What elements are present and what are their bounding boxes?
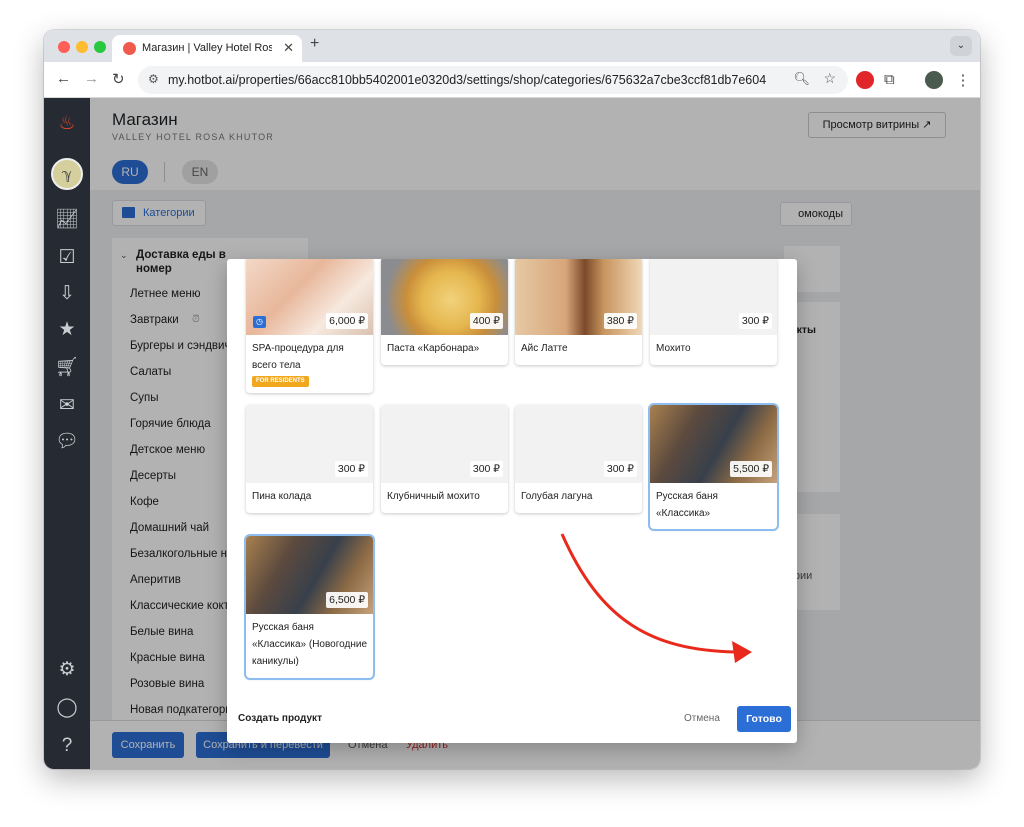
profile-avatar[interactable] [925,71,943,89]
product-name: Голубая лагуна [521,491,593,502]
resident-badge: FOR RESIDENTS [252,376,309,387]
analytics-icon[interactable]: 📈︎ [55,208,79,232]
opera-extension-icon[interactable] [856,71,874,89]
product-name: Клубничный мохито [387,491,480,502]
product-price: 300 ₽ [738,313,772,329]
browser-toolbar: ← → ↻ ⚙ my.hotbot.ai/properties/66acc810… [44,62,980,98]
reload-icon[interactable]: ↻ [112,70,125,88]
product-card[interactable]: 300 ₽ Пина колада [246,405,373,513]
product-price: 5,500 ₽ [730,461,772,477]
inbox-icon[interactable]: ⇩ [55,282,79,306]
new-tab-icon[interactable]: + [310,35,319,53]
shop-cart-icon[interactable]: 🛒︎ [55,356,79,380]
product-name: Мохито [656,343,691,354]
product-price: 400 ₽ [469,313,503,329]
site-info-icon[interactable]: ⚙ [148,72,159,86]
product-name: Русская баня «Классика» (Новогодние кани… [252,622,368,667]
close-window-button[interactable] [58,41,70,53]
chat-icon[interactable]: 💬︎ [55,430,79,454]
product-name: SPA-процедура для всего тела [252,343,344,371]
tasks-icon[interactable]: ☑ [55,246,79,270]
product-price: 6,500 ₽ [326,592,368,608]
app: ♨ ℽ 📈︎ ☑ ⇩ ★ 🛒︎ ✉ 💬︎ ⚙ ◯ ? Магазин VALLE… [44,98,980,769]
product-price: 300 ₽ [334,461,368,477]
minimize-window-button[interactable] [76,41,88,53]
product-name: Айс Латте [521,343,568,354]
product-card[interactable]: 400 ₽ Паста «Карбонара» [381,259,508,365]
tab-title: Магазин | Valley Hotel Rosa Khutor [142,42,272,54]
schedule-clock-icon: ◷ [253,316,266,328]
modal-cancel-button[interactable]: Отмена [684,713,720,724]
product-card[interactable]: ◷ 6,000 ₽ SPA-процедура для всего тела FOR … [246,259,373,393]
hotbot-logo-icon[interactable]: ♨ [55,112,79,136]
product-price: 6,000 ₽ [326,313,368,329]
forward-icon[interactable]: → [84,70,99,87]
browser-tab[interactable]: Магазин | Valley Hotel Rosa Khutor ✕ [112,35,302,62]
product-card[interactable]: 6,500 ₽ Русская баня «Классика» (Новогодн… [246,536,373,678]
product-card[interactable]: 300 ₽ Голубая лагуна [515,405,642,513]
product-card[interactable]: 300 ₽ Клубничный мохито [381,405,508,513]
tab-search-icon[interactable]: ⌄ [950,36,972,56]
settings-gear-icon[interactable]: ⚙ [55,658,79,682]
app-sidebar: ♨ ℽ 📈︎ ☑ ⇩ ★ 🛒︎ ✉ 💬︎ ⚙ ◯ ? [44,98,90,769]
close-tab-icon[interactable]: ✕ [283,40,294,56]
product-name: Пина колада [252,491,312,502]
maximize-window-button[interactable] [94,41,106,53]
extensions-icon[interactable]: ⧉ [884,71,902,89]
property-avatar[interactable]: ℽ [51,158,83,190]
tab-strip: Магазин | Valley Hotel Rosa Khutor ✕ + ⌄ [44,30,980,62]
product-picker-modal: ◷ 6,000 ₽ SPA-процедура для всего тела FOR … [227,259,797,743]
url-text: my.hotbot.ai/properties/66acc810bb540200… [168,73,767,87]
back-icon[interactable]: ← [56,70,71,87]
product-name: Паста «Карбонара» [387,343,480,354]
product-price: 300 ₽ [469,461,503,477]
product-price: 380 ₽ [603,313,637,329]
bookmark-star-icon[interactable]: ☆ [823,70,836,87]
browser-window: Магазин | Valley Hotel Rosa Khutor ✕ + ⌄… [44,30,980,769]
product-price: 300 ₽ [603,461,637,477]
product-card[interactable]: 300 ₽ Мохито [650,259,777,365]
favicon-icon [123,42,136,55]
help-icon[interactable]: ? [55,734,79,758]
address-bar[interactable]: ⚙ my.hotbot.ai/properties/66acc810bb5402… [138,66,848,94]
product-card[interactable]: 380 ₽ Айс Латте [515,259,642,365]
reviews-icon[interactable]: ★ [55,318,79,342]
product-card[interactable]: 5,500 ₽ Русская баня «Классика» [650,405,777,529]
user-icon[interactable]: ◯ [55,696,79,720]
done-button[interactable]: Готово [737,706,791,732]
mail-icon[interactable]: ✉ [55,394,79,418]
product-name: Русская баня «Классика» [656,491,718,519]
browser-menu-icon[interactable]: ⋮ [954,71,972,89]
create-product-button[interactable]: Создать продукт [238,713,322,724]
zoom-icon[interactable]: 🔍︎ [793,71,810,87]
